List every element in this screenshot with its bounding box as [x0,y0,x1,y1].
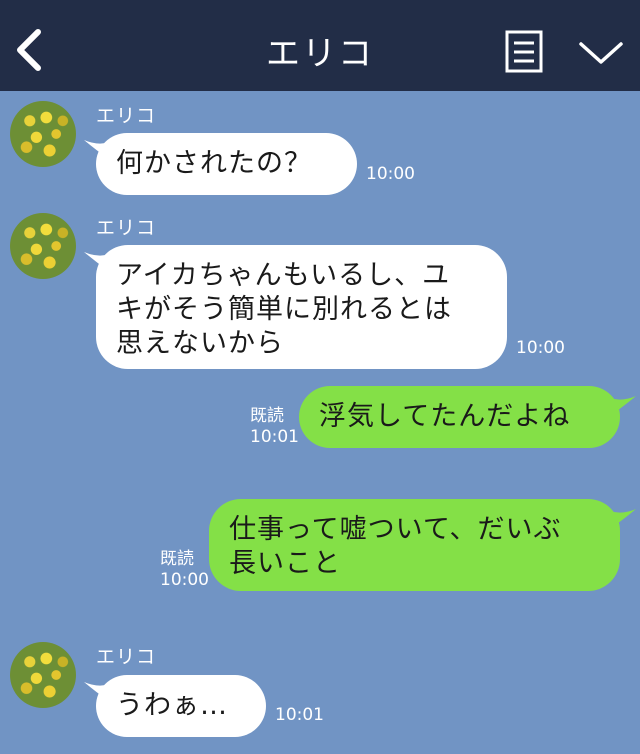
message-bubble[interactable]: 仕事って嘘ついて、だいぶ 長いこと [209,499,620,591]
message-text-line: 仕事って嘘ついて、だいぶ [229,514,562,545]
message-time: 10:00 [516,338,565,358]
sender-name: エリコ [96,217,157,239]
message-text-line: 長いこと [229,548,341,579]
message-bubble[interactable]: 何かされたの？ [96,133,357,195]
sender-name: エリコ [96,105,157,127]
note-list-icon[interactable] [505,30,543,73]
message-text: うわぁ… [116,690,228,721]
message-time: 10:00 [160,570,209,590]
read-receipt: 既読 [250,406,284,426]
message-bubble[interactable]: 浮気してたんだよね [299,386,620,448]
chevron-down-icon[interactable] [578,38,624,68]
message-time: 10:01 [275,705,324,725]
avatar[interactable] [10,101,76,167]
sender-name: エリコ [96,646,157,668]
message-bubble[interactable]: アイカちゃんもいるし、ユ キがそう簡単に別れるとは 思えないから [96,245,507,369]
bubble-tail [610,396,636,416]
message-time: 10:00 [366,164,415,184]
avatar[interactable] [10,642,76,708]
message-text: 何かされたの？ [116,148,312,179]
message-text-line: アイカちゃんもいるし、ユ [116,260,451,291]
chat-header: エリコ [0,0,640,91]
message-text-line: 思えないから [116,328,284,359]
read-receipt: 既読 [160,549,194,569]
message-bubble[interactable]: うわぁ… [96,675,266,737]
avatar[interactable] [10,213,76,279]
chat-title: エリコ [266,34,374,74]
bubble-tail [610,509,636,529]
message-text: 浮気してたんだよね [319,401,571,432]
message-time: 10:01 [250,427,299,447]
message-text-line: キがそう簡単に別れるとは [116,294,452,325]
